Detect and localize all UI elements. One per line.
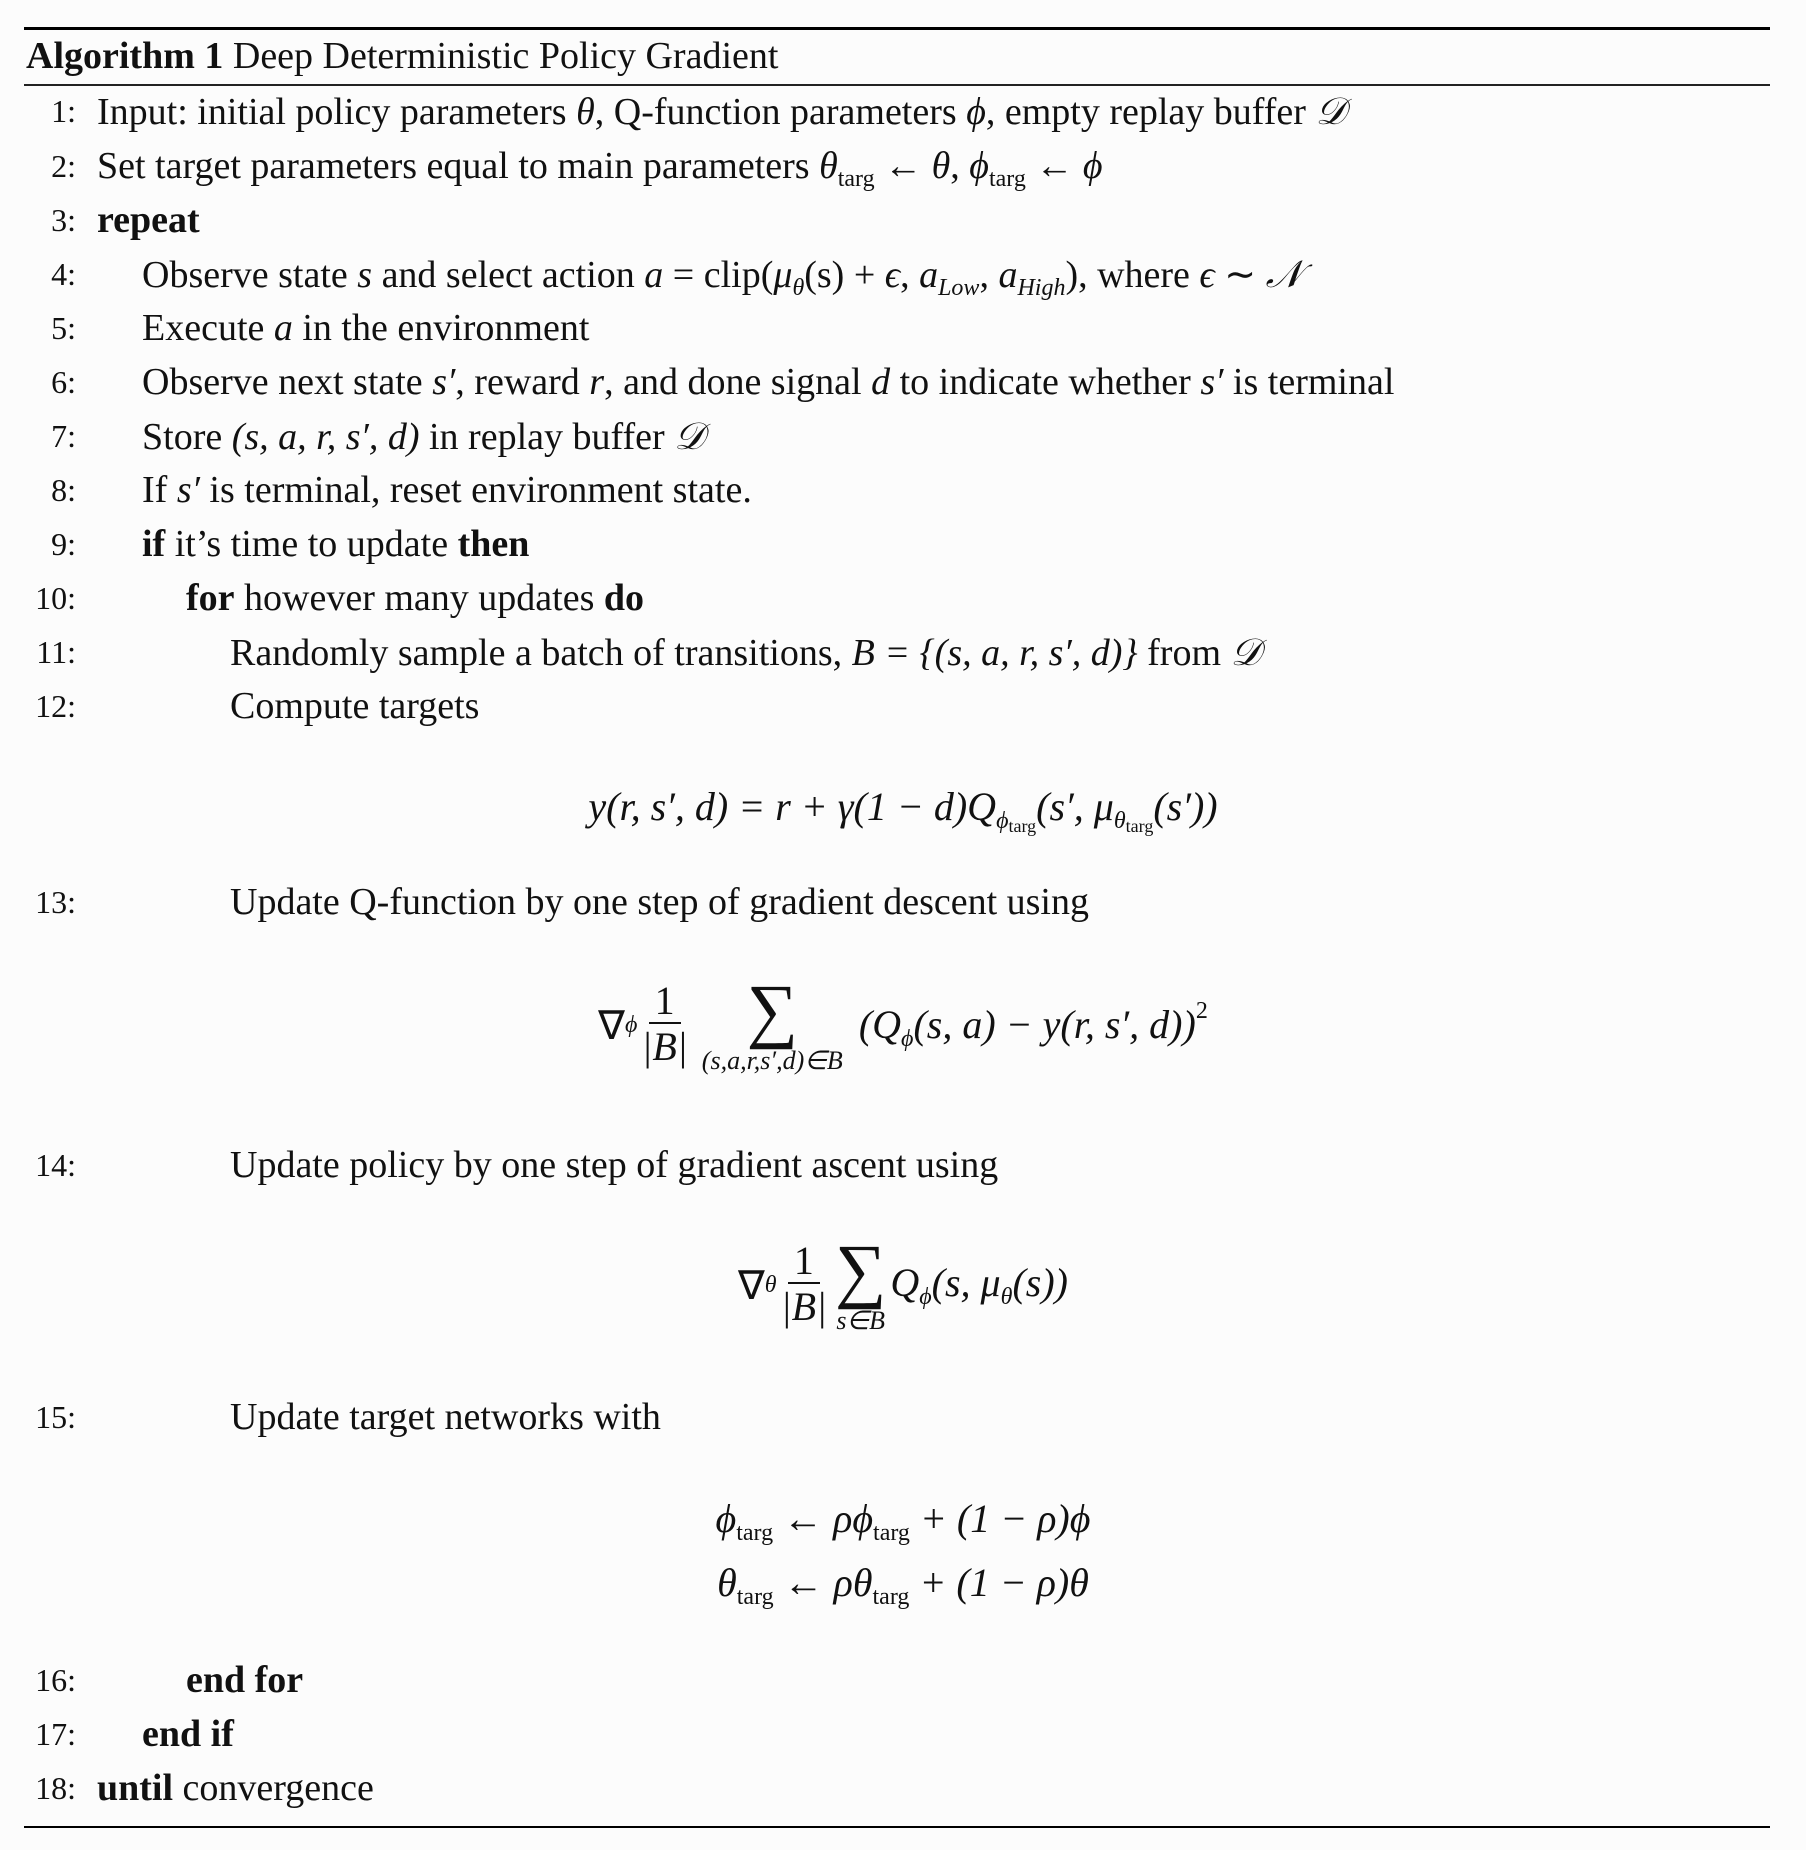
nabla-symbol: ∇: [598, 1002, 625, 1048]
line-number: 5:: [51, 310, 76, 346]
line-number: 1:: [51, 93, 76, 129]
keyword-end-if: end if: [142, 1713, 234, 1755]
algo-line-18: 18: until convergence: [0, 1761, 1806, 1815]
equation-targets: y(r, s′, d) = r + γ(1 − d)Qϕtarg(s′, μθt…: [588, 784, 1218, 836]
algo-line-16: 16: end for: [0, 1653, 1806, 1707]
line-number: 2:: [51, 148, 76, 184]
algorithm-caption: Algorithm 1 Deep Deterministic Policy Gr…: [26, 30, 778, 82]
line-number: 17:: [35, 1716, 76, 1752]
algo-line-2: 2: Set target parameters equal to main p…: [0, 139, 1806, 193]
algorithm-label: Algorithm 1: [26, 35, 224, 77]
algo-line-14: 14: Update policy by one step of gradien…: [0, 1138, 1806, 1192]
algo-line-4: 4: Observe state s and select action a =…: [0, 247, 1806, 301]
line-number: 7:: [51, 418, 76, 454]
keyword-do: do: [603, 577, 645, 619]
algo-line-3: 3: repeat: [0, 193, 1806, 247]
line-number: 11:: [36, 634, 76, 670]
line-text: if it’s time to update then: [142, 523, 530, 565]
line-number: 13:: [35, 884, 76, 920]
keyword-if: if: [142, 523, 166, 565]
line-text: for however many updates do: [186, 577, 645, 619]
line-number: 8:: [51, 472, 76, 508]
line-text: Observe next state s′, reward r, and don…: [142, 361, 1395, 403]
line-number: 10:: [35, 580, 76, 616]
keyword-repeat: repeat: [97, 199, 200, 241]
algo-line-8: 8: If s′ is terminal, reset environment …: [0, 463, 1806, 517]
equation-q-update: ∇ ϕ 1 |B| ∑ (s,a,r,s′,d)∈B (Qϕ(s, a) − y(r,…: [598, 970, 1208, 1075]
line-number: 14:: [35, 1147, 76, 1183]
bottom-rule: [24, 1826, 1770, 1828]
line-text: Store (s, a, r, s′, d) in replay buffer …: [142, 414, 705, 458]
line-text: Update policy by one step of gradient as…: [230, 1144, 999, 1186]
line-number: 18:: [35, 1770, 76, 1806]
algo-line-17: 17: end if: [0, 1707, 1806, 1761]
keyword-until: until: [97, 1767, 174, 1809]
equation-policy-update: ∇ θ 1 |B| ∑ s∈B Qϕ(s, μθ(s)): [738, 1230, 1068, 1335]
line-text: Update Q-function by one step of gradien…: [230, 881, 1089, 923]
keyword-for: for: [186, 577, 235, 619]
line-number: 9:: [51, 526, 76, 562]
algo-line-12: 12: Compute targets: [0, 679, 1806, 733]
algo-line-7: 7: Store (s, a, r, s′, d) in replay buff…: [0, 409, 1806, 463]
equation-target-update-theta: θtarg ← ρθtarg + (1 − ρ)θ: [717, 1560, 1089, 1610]
line-text: Input: initial policy parameters θ, Q-fu…: [97, 89, 1346, 133]
line-text: If s′ is terminal, reset environment sta…: [142, 469, 752, 511]
algo-line-11: 11: Randomly sample a batch of transitio…: [0, 625, 1806, 679]
algo-line-10: 10: for however many updates do: [0, 571, 1806, 625]
algo-line-5: 5: Execute a in the environment: [0, 301, 1806, 355]
algo-line-15: 15: Update target networks with: [0, 1390, 1806, 1444]
line-text: until convergence: [97, 1767, 374, 1809]
line-number: 12:: [35, 688, 76, 724]
algo-line-6: 6: Observe next state s′, reward r, and …: [0, 355, 1806, 409]
line-text: Execute a in the environment: [142, 307, 590, 349]
algo-line-13: 13: Update Q-function by one step of gra…: [0, 875, 1806, 929]
line-number: 15:: [35, 1399, 76, 1435]
algorithm-title: Deep Deterministic Policy Gradient: [232, 35, 779, 77]
line-text: Update target networks with: [230, 1396, 661, 1438]
keyword-then: then: [457, 523, 530, 565]
algo-line-9: 9: if it’s time to update then: [0, 517, 1806, 571]
line-number: 6:: [51, 364, 76, 400]
line-number: 3:: [51, 202, 76, 238]
line-number: 16:: [35, 1662, 76, 1698]
keyword-end-for: end for: [186, 1659, 304, 1701]
line-text: Randomly sample a batch of transitions, …: [230, 630, 1261, 674]
line-number: 4:: [51, 256, 76, 292]
line-text: Compute targets: [230, 685, 480, 727]
algo-line-1: 1: Input: initial policy parameters θ, Q…: [0, 84, 1806, 138]
equation-target-update-phi: ϕtarg ← ρϕtarg + (1 − ρ)ϕ: [715, 1496, 1091, 1546]
